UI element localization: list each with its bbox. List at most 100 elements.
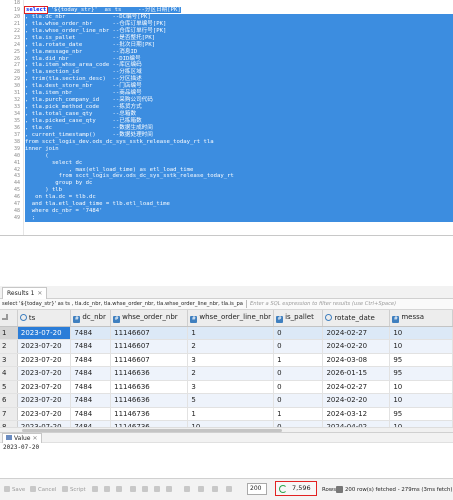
table-cell[interactable]: 11146607 <box>110 326 189 340</box>
toolbar-icon-3[interactable] <box>116 485 124 495</box>
table-row[interactable]: 1 2023-07-20 7484 11146607 1 0 2024-02-27 10 <box>0 326 453 340</box>
table-cell[interactable]: 7484 <box>70 393 112 408</box>
table-cell[interactable]: 7484 <box>70 353 112 367</box>
column-header-whse-order-nbr[interactable]: # whse_order_nbr <box>110 310 189 327</box>
table-row[interactable]: 7 2023-07-20 7484 11146736 1 1 2024-03-12 95 <box>0 407 453 421</box>
table-cell[interactable]: 2 <box>187 366 275 381</box>
filter-input[interactable]: Enter a SQL expression to filter results… <box>250 301 396 307</box>
table-cell[interactable]: 7484 <box>70 407 112 421</box>
line-number: 47 <box>13 201 20 208</box>
cancel-button[interactable]: Cancel <box>30 485 56 495</box>
table-cell[interactable]: 7484 <box>70 326 112 340</box>
table-row[interactable]: 4 2023-07-20 7484 11146636 2 0 2026-01-15 95 <box>0 366 453 381</box>
row-number[interactable]: 5 <box>0 380 18 394</box>
column-header-ts[interactable]: ts <box>17 310 72 327</box>
toolbar-icon-10[interactable] <box>212 485 220 495</box>
table-cell[interactable]: 11146636 <box>110 380 189 394</box>
table-cell[interactable]: 1 <box>273 353 324 367</box>
row-number[interactable]: 6 <box>0 393 18 408</box>
column-header-message[interactable]: # messa <box>389 310 453 327</box>
row-number[interactable]: 3 <box>0 353 18 367</box>
table-cell[interactable]: 11146736 <box>110 407 189 421</box>
toolbar-icon-7[interactable] <box>166 485 174 495</box>
table-row[interactable]: 6 2023-07-20 7484 11146636 5 0 2024-02-20 10 <box>0 393 453 408</box>
column-header-is-pallet[interactable]: # is_pallet <box>273 310 324 327</box>
table-row[interactable]: 5 2023-07-20 7484 11146636 3 0 2024-02-27 10 <box>0 380 453 394</box>
toolbar-icon-11[interactable] <box>226 485 234 495</box>
table-cell[interactable]: 2 <box>187 339 275 354</box>
table-cell[interactable]: 0 <box>273 393 324 408</box>
table-cell[interactable]: 95 <box>389 366 453 381</box>
table-cell[interactable]: 11146636 <box>110 366 189 381</box>
table-cell[interactable]: 10 <box>389 393 453 408</box>
table-cell[interactable]: 3 <box>187 353 275 367</box>
table-cell[interactable]: 5 <box>187 393 275 408</box>
table-cell[interactable]: 2023-07-20 <box>17 326 72 340</box>
script-button[interactable]: Script <box>62 485 86 495</box>
table-cell[interactable]: 0 <box>273 380 324 394</box>
toolbar-icon-2[interactable] <box>104 485 112 495</box>
result-limit-input[interactable]: 200 <box>247 483 267 495</box>
table-cell[interactable]: 2024-02-27 <box>322 326 391 340</box>
save-button[interactable]: Save <box>4 485 25 495</box>
table-cell[interactable]: 2024-03-08 <box>322 353 391 367</box>
toolbar-icon-8[interactable] <box>184 485 192 495</box>
table-cell[interactable]: 0 <box>273 326 324 340</box>
table-cell[interactable]: 95 <box>389 407 453 421</box>
table-cell[interactable]: 3 <box>187 380 275 394</box>
table-cell[interactable]: 10 <box>389 380 453 394</box>
table-cell[interactable]: 1 <box>187 326 275 340</box>
table-cell[interactable]: 10 <box>389 326 453 340</box>
results-grid[interactable]: ts # dc_nbr # whse_order_nbr # whse_order_l… <box>0 310 453 427</box>
toolbar-icon-1[interactable] <box>92 485 100 495</box>
table-cell[interactable]: 2023-07-20 <box>17 366 72 381</box>
table-cell[interactable]: 7484 <box>70 366 112 381</box>
table-cell[interactable]: 2023-07-20 <box>17 353 72 367</box>
table-cell[interactable]: 2024-02-20 <box>322 339 391 354</box>
row-number[interactable]: 1 <box>0 326 18 340</box>
toolbar-icon-6[interactable] <box>154 485 162 495</box>
table-cell[interactable]: 2023-07-20 <box>17 339 72 354</box>
table-cell[interactable]: 1 <box>187 407 275 421</box>
table-cell[interactable]: 2026-01-15 <box>322 366 391 381</box>
table-cell[interactable]: 7484 <box>70 380 112 394</box>
column-header-rotate-date[interactable]: rotate_date <box>322 310 391 327</box>
column-header-whse-order-line-nbr[interactable]: # whse_order_line_nbr <box>187 310 275 327</box>
table-cell[interactable]: 2024-03-12 <box>322 407 391 421</box>
table-cell[interactable]: 11146607 <box>110 353 189 367</box>
table-cell[interactable]: 10 <box>389 339 453 354</box>
table-row[interactable]: 2 2023-07-20 7484 11146607 2 0 2024-02-20 10 <box>0 339 453 354</box>
table-cell[interactable]: 2024-02-20 <box>322 393 391 408</box>
tab-value[interactable]: Value ✕ <box>2 433 42 443</box>
row-number[interactable]: 4 <box>0 366 18 381</box>
table-cell[interactable]: 95 <box>389 353 453 367</box>
row-number[interactable]: 7 <box>0 407 18 421</box>
row-number[interactable]: 2 <box>0 339 18 354</box>
close-icon[interactable]: ✕ <box>32 435 37 442</box>
grid-corner[interactable] <box>0 310 18 327</box>
close-icon[interactable]: ✕ <box>37 290 42 297</box>
table-cell[interactable]: 0 <box>273 339 324 354</box>
table-cell[interactable]: 2023-07-20 <box>17 407 72 421</box>
tab-results-1[interactable]: Results 1 ✕ <box>2 287 48 299</box>
number-type-icon: # <box>73 315 81 323</box>
arrow-icon <box>154 486 160 492</box>
sql-editor[interactable]: 18 19 20 21 22 23 24 25 26 27 28 29 30 31 32 33 34 35 36 37… <box>0 0 453 236</box>
table-cell[interactable]: 0 <box>273 366 324 381</box>
table-cell[interactable]: 1 <box>273 407 324 421</box>
table-row[interactable]: 3 2023-07-20 7484 11146607 3 1 2024-03-08 95 <box>0 353 453 367</box>
table-cell[interactable]: 11146636 <box>110 393 189 408</box>
toolbar-icon-4[interactable] <box>130 485 138 495</box>
table-cell[interactable]: 2024-02-27 <box>322 380 391 394</box>
table-cell[interactable]: 11146607 <box>110 339 189 354</box>
toolbar-icon-9[interactable] <box>198 485 206 495</box>
code-text: '${today_str}' as ts --分区日期[PK] <box>47 6 181 13</box>
code-area[interactable]: select '${today_str}' as ts --分区日期[PK], … <box>23 0 453 222</box>
table-cell[interactable]: 2023-07-20 <box>17 380 72 394</box>
table-cell[interactable]: 2023-07-20 <box>17 393 72 408</box>
toolbar-icon-5[interactable] <box>142 485 150 495</box>
column-header-dc-nbr[interactable]: # dc_nbr <box>70 310 112 327</box>
results-filter-bar[interactable]: select '${today_str}' as ts , tla.dc_nbr… <box>0 299 453 310</box>
table-cell[interactable]: 7484 <box>70 339 112 354</box>
row-count-button[interactable]: 7,596 <box>275 481 317 496</box>
